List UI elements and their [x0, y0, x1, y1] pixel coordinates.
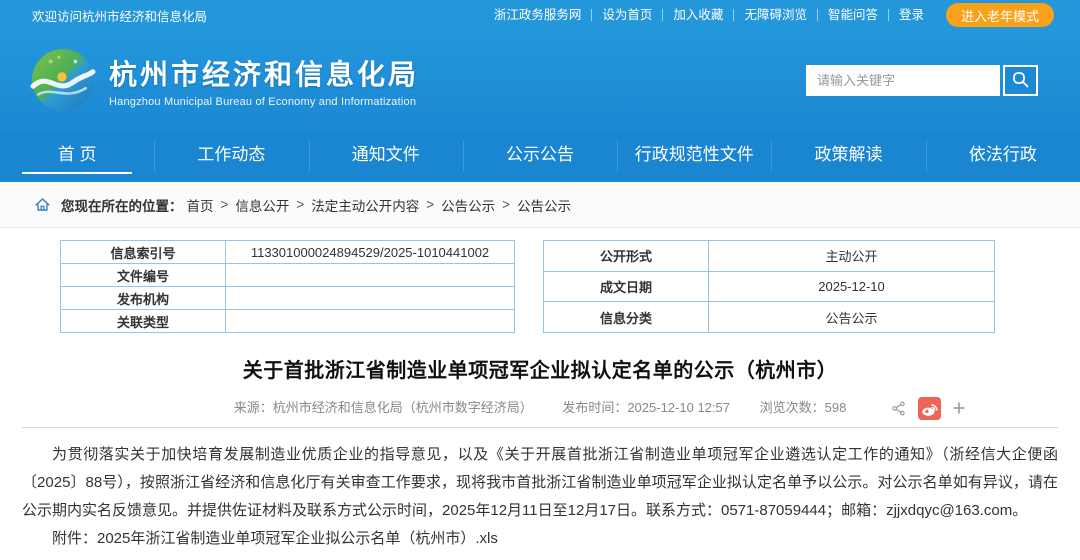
main-nav: 首 页 工作动态 通知文件 公示公告 行政规范性文件 政策解读 依法行政 — [0, 130, 1080, 182]
search-box — [806, 65, 1038, 96]
nav-item-notices[interactable]: 通知文件 — [309, 130, 463, 182]
nav-item-law-administration[interactable]: 依法行政 — [926, 130, 1080, 182]
article-source: 来源：杭州市经济和信息化局（杭州市数字经济局） — [234, 400, 533, 415]
info-table-right: 公开形式 主动公开 成文日期 2025-12-10 信息分类 公告公示 — [543, 240, 995, 333]
welcome-text: 欢迎访问杭州市经济和信息化局 — [32, 6, 207, 25]
issuing-agency-label: 发布机构 — [61, 287, 226, 310]
page: 欢迎访问杭州市经济和信息化局 浙江政务服务网 设为首页 加入收藏 无障碍浏览 智… — [0, 0, 1080, 553]
site-subtitle: Hangzhou Municipal Bureau of Economy and… — [109, 96, 419, 108]
more-share-icon[interactable] — [952, 401, 966, 415]
search-button[interactable] — [1003, 65, 1038, 96]
article-title: 关于首批浙江省制造业单项冠军企业拟认定名单的公示（杭州市） — [22, 354, 1058, 383]
index-number-value: 113301000024894529/2025-1010441002 — [226, 241, 515, 264]
info-category-label: 信息分类 — [544, 302, 709, 333]
article-paragraph: 为贯彻落实关于加快培育发展制造业优质企业的指导意见，以及《关于开展首批浙江省制造… — [22, 441, 1058, 525]
link-zhejiang-gov-service[interactable]: 浙江政务服务网 — [484, 9, 593, 21]
info-category-value: 公告公示 — [709, 302, 995, 333]
topbar-links: 浙江政务服务网 设为首页 加入收藏 无障碍浏览 智能问答 登录 进入老年模式 — [484, 3, 1054, 27]
table-row: 公开形式 主动公开 — [544, 241, 995, 272]
site-brand[interactable]: 杭州市经济和信息化局 Hangzhou Municipal Bureau of … — [30, 47, 419, 113]
breadcrumb-separator: > — [502, 197, 510, 212]
article-publish-time: 发布时间：2025-12-10 12:57 — [562, 400, 730, 415]
breadcrumb-statutory-content[interactable]: 法定主动公开内容 — [311, 195, 419, 215]
content: 信息索引号 113301000024894529/2025-1010441002… — [0, 228, 1080, 553]
share-toolbar — [890, 396, 966, 420]
table-row: 信息分类 公告公示 — [544, 302, 995, 333]
search-input[interactable] — [806, 65, 1000, 96]
nav-item-policy-interpretation[interactable]: 政策解读 — [771, 130, 925, 182]
home-icon[interactable] — [34, 196, 51, 213]
breadcrumb-announcements[interactable]: 公告公示 — [441, 195, 495, 215]
related-type-value — [226, 310, 515, 333]
table-row: 信息索引号 113301000024894529/2025-1010441002 — [61, 241, 515, 264]
weibo-share-icon[interactable] — [918, 397, 941, 420]
issuing-agency-value — [226, 287, 515, 310]
breadcrumb-home[interactable]: 首页 — [187, 195, 214, 215]
elder-mode-button[interactable]: 进入老年模式 — [946, 3, 1054, 27]
disclosure-form-value: 主动公开 — [709, 241, 995, 272]
article-meta: 来源：杭州市经济和信息化局（杭州市数字经济局） 发布时间：2025-12-10 … — [22, 396, 1058, 420]
document-number-value — [226, 264, 515, 287]
written-date-value: 2025-12-10 — [709, 271, 995, 302]
link-login[interactable]: 登录 — [889, 9, 934, 21]
table-row: 文件编号 — [61, 264, 515, 287]
site-header: 杭州市经济和信息化局 Hangzhou Municipal Bureau of … — [0, 30, 1080, 130]
link-smart-qa[interactable]: 智能问答 — [818, 9, 889, 21]
meta-divider — [22, 427, 1058, 428]
nav-item-announcements[interactable]: 公示公告 — [463, 130, 617, 182]
table-row: 发布机构 — [61, 287, 515, 310]
link-set-homepage[interactable]: 设为首页 — [592, 9, 663, 21]
share-icon[interactable] — [890, 400, 907, 417]
breadcrumb: 您现在所在的位置： 首页 > 信息公开 > 法定主动公开内容 > 公告公示 > … — [0, 182, 1080, 228]
table-row: 成文日期 2025-12-10 — [544, 271, 995, 302]
info-tables: 信息索引号 113301000024894529/2025-1010441002… — [60, 240, 1058, 333]
brand-text: 杭州市经济和信息化局 Hangzhou Municipal Bureau of … — [109, 53, 419, 108]
breadcrumb-separator: > — [426, 197, 434, 212]
site-logo-icon — [30, 47, 96, 113]
link-add-favorite[interactable]: 加入收藏 — [663, 9, 734, 21]
table-row: 关联类型 — [61, 310, 515, 333]
breadcrumb-prefix: 您现在所在的位置： — [61, 195, 183, 215]
link-accessibility[interactable]: 无障碍浏览 — [734, 9, 818, 21]
breadcrumb-separator: > — [221, 197, 229, 212]
breadcrumb-info-disclosure[interactable]: 信息公开 — [235, 195, 289, 215]
search-icon — [1011, 70, 1031, 90]
article-view-count: 浏览次数：598 — [760, 400, 847, 415]
nav-item-home[interactable]: 首 页 — [0, 130, 154, 182]
breadcrumb-separator: > — [296, 197, 304, 212]
index-number-label: 信息索引号 — [61, 241, 226, 264]
nav-item-work-news[interactable]: 工作动态 — [154, 130, 308, 182]
written-date-label: 成文日期 — [544, 271, 709, 302]
related-type-label: 关联类型 — [61, 310, 226, 333]
document-number-label: 文件编号 — [61, 264, 226, 287]
breadcrumb-announcements-2[interactable]: 公告公示 — [517, 195, 571, 215]
info-table-left: 信息索引号 113301000024894529/2025-1010441002… — [60, 240, 515, 333]
topbar: 欢迎访问杭州市经济和信息化局 浙江政务服务网 设为首页 加入收藏 无障碍浏览 智… — [0, 0, 1080, 30]
disclosure-form-label: 公开形式 — [544, 241, 709, 272]
nav-item-regulatory-documents[interactable]: 行政规范性文件 — [617, 130, 771, 182]
site-title: 杭州市经济和信息化局 — [109, 53, 419, 93]
attachment-link[interactable]: 附件：2025年浙江省制造业单项冠军企业拟公示名单（杭州市）.xls — [22, 525, 1058, 553]
